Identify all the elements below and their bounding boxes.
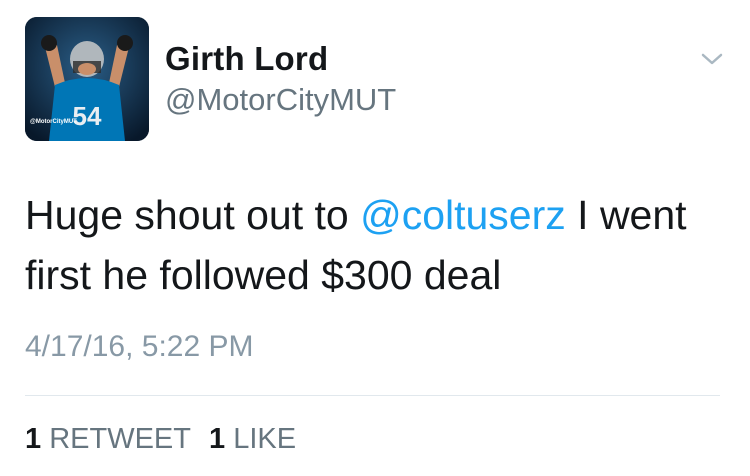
avatar-watermark: @MotorCityMUT (30, 119, 77, 125)
avatar-image: 54 @MotorCityMUT (25, 17, 149, 141)
likes-label: LIKE (233, 423, 297, 455)
avatar-jersey-number: 54 (73, 101, 102, 131)
avatar[interactable]: 54 @MotorCityMUT (25, 17, 149, 141)
mention-link[interactable]: @coltuserz (360, 192, 566, 238)
display-name[interactable]: Girth Lord (165, 40, 328, 78)
retweets-stat[interactable]: 1 RETWEET (25, 423, 191, 455)
likes-count: 1 (209, 423, 226, 455)
tweet-timestamp[interactable]: 4/17/16, 5:22 PM (25, 330, 254, 364)
retweets-count: 1 (25, 423, 42, 455)
tweet-stats: 1 RETWEET 1 LIKE (25, 423, 306, 456)
tweet-text-part: Huge shout out to (25, 192, 361, 238)
likes-stat[interactable]: 1 LIKE (209, 423, 296, 455)
divider (25, 395, 720, 396)
retweets-label: RETWEET (49, 423, 191, 455)
user-handle[interactable]: @MotorCityMUT (165, 82, 396, 118)
chevron-down-icon[interactable] (700, 50, 724, 68)
tweet-text: Huge shout out to @coltuserz I went firs… (25, 185, 725, 305)
